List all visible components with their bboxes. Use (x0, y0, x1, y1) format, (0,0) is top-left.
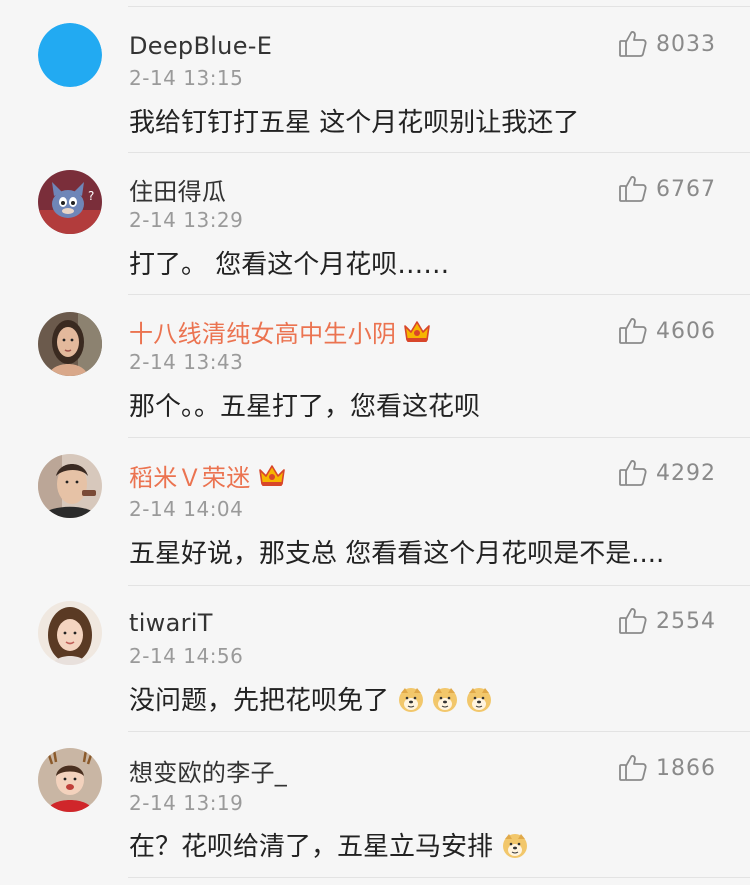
comment-text: 没问题，先把花呗免了 (129, 680, 493, 717)
comment-text: 我给钉钉打五星 这个月花呗别让我还了 (129, 102, 579, 139)
avatar[interactable] (38, 601, 102, 665)
divider (128, 877, 750, 878)
avatar[interactable] (38, 454, 102, 518)
comment-text-content: 打了。 您看这个月花呗…… (129, 250, 450, 280)
comment-timestamp: 2-14 13:19 (129, 791, 244, 815)
thumbs-up-icon (618, 174, 648, 204)
child-christmas-avatar-icon (38, 748, 102, 812)
vip-crown-icon (257, 460, 287, 490)
divider (128, 6, 750, 7)
comment-text-content: 五星好说，那支总 您看看这个月花呗是不是.... (129, 539, 665, 569)
comment-text-content: 没问题，先把花呗免了 (129, 686, 390, 716)
avatar[interactable] (38, 312, 102, 376)
avatar[interactable]: ? (38, 170, 102, 234)
comment-username[interactable]: 住田得瓜 (129, 172, 226, 207)
comment-list: DeepBlue-E 2-14 13:15 我给钉钉打五星 这个月花呗别让我还了… (0, 0, 750, 885)
like-button[interactable]: 6767 (618, 172, 716, 206)
comment-username[interactable]: 想变欧的李子_ (129, 753, 287, 788)
woman-portrait-avatar-icon (38, 312, 102, 376)
like-button[interactable]: 8033 (618, 27, 716, 61)
like-count: 4606 (656, 318, 716, 344)
thumbs-up-icon (618, 316, 648, 346)
comment-username[interactable]: 十八线清纯女高中生小阴 (129, 314, 396, 349)
comment-timestamp: 2-14 13:15 (129, 66, 244, 90)
like-button[interactable]: 1866 (618, 751, 716, 785)
like-button[interactable]: 2554 (618, 604, 716, 638)
comment-timestamp: 2-14 14:56 (129, 644, 244, 668)
comment-text-content: 那个。。五星打了，您看这花呗 (129, 392, 481, 422)
doge-emoji-icon (501, 831, 529, 859)
comment-text: 那个。。五星打了，您看这花呗 (129, 386, 480, 423)
like-count: 6767 (656, 176, 716, 202)
vip-crown-icon (402, 316, 432, 346)
thumbs-up-icon (618, 753, 648, 783)
like-count: 2554 (656, 608, 716, 634)
girl-portrait-avatar-icon (38, 601, 102, 665)
comment-text: 打了。 您看这个月花呗…… (129, 244, 449, 281)
like-count: 1866 (656, 755, 716, 781)
divider (128, 585, 750, 586)
doge-emoji-icon (397, 685, 425, 713)
blue-circle-avatar-icon (38, 23, 102, 87)
comment-timestamp: 2-14 13:43 (129, 350, 244, 374)
comment-text: 五星好说，那支总 您看看这个月花呗是不是.... (129, 533, 664, 570)
comment-text-content: 我给钉钉打五星 这个月花呗别让我还了 (129, 108, 580, 138)
doge-emoji-icon (431, 685, 459, 713)
avatar[interactable] (38, 23, 102, 87)
man-portrait-avatar-icon (38, 454, 102, 518)
thumbs-up-icon (618, 29, 648, 59)
divider (128, 152, 750, 153)
like-count: 4292 (656, 460, 716, 486)
like-button[interactable]: 4606 (618, 314, 716, 348)
thumbs-up-icon (618, 458, 648, 488)
comment-text-content: 在？花呗给清了，五星立马安排 (129, 832, 494, 862)
like-button[interactable]: 4292 (618, 456, 716, 490)
avatar[interactable] (38, 748, 102, 812)
cartoon-cat-avatar-icon: ? (38, 170, 102, 234)
comment-username[interactable]: tiwariT (129, 609, 213, 637)
svg-text:?: ? (88, 189, 94, 203)
divider (128, 731, 750, 732)
doge-emoji-icon (465, 685, 493, 713)
comment-timestamp: 2-14 14:04 (129, 497, 244, 521)
comment-timestamp: 2-14 13:29 (129, 208, 244, 232)
divider (128, 294, 750, 295)
thumbs-up-icon (618, 606, 648, 636)
comment-text: 在？花呗给清了，五星立马安排 (129, 826, 529, 863)
divider (128, 437, 750, 438)
comment-username[interactable]: 稻米Ｖ荣迷 (129, 458, 251, 493)
like-count: 8033 (656, 31, 716, 57)
comment-username[interactable]: DeepBlue-E (129, 32, 272, 60)
